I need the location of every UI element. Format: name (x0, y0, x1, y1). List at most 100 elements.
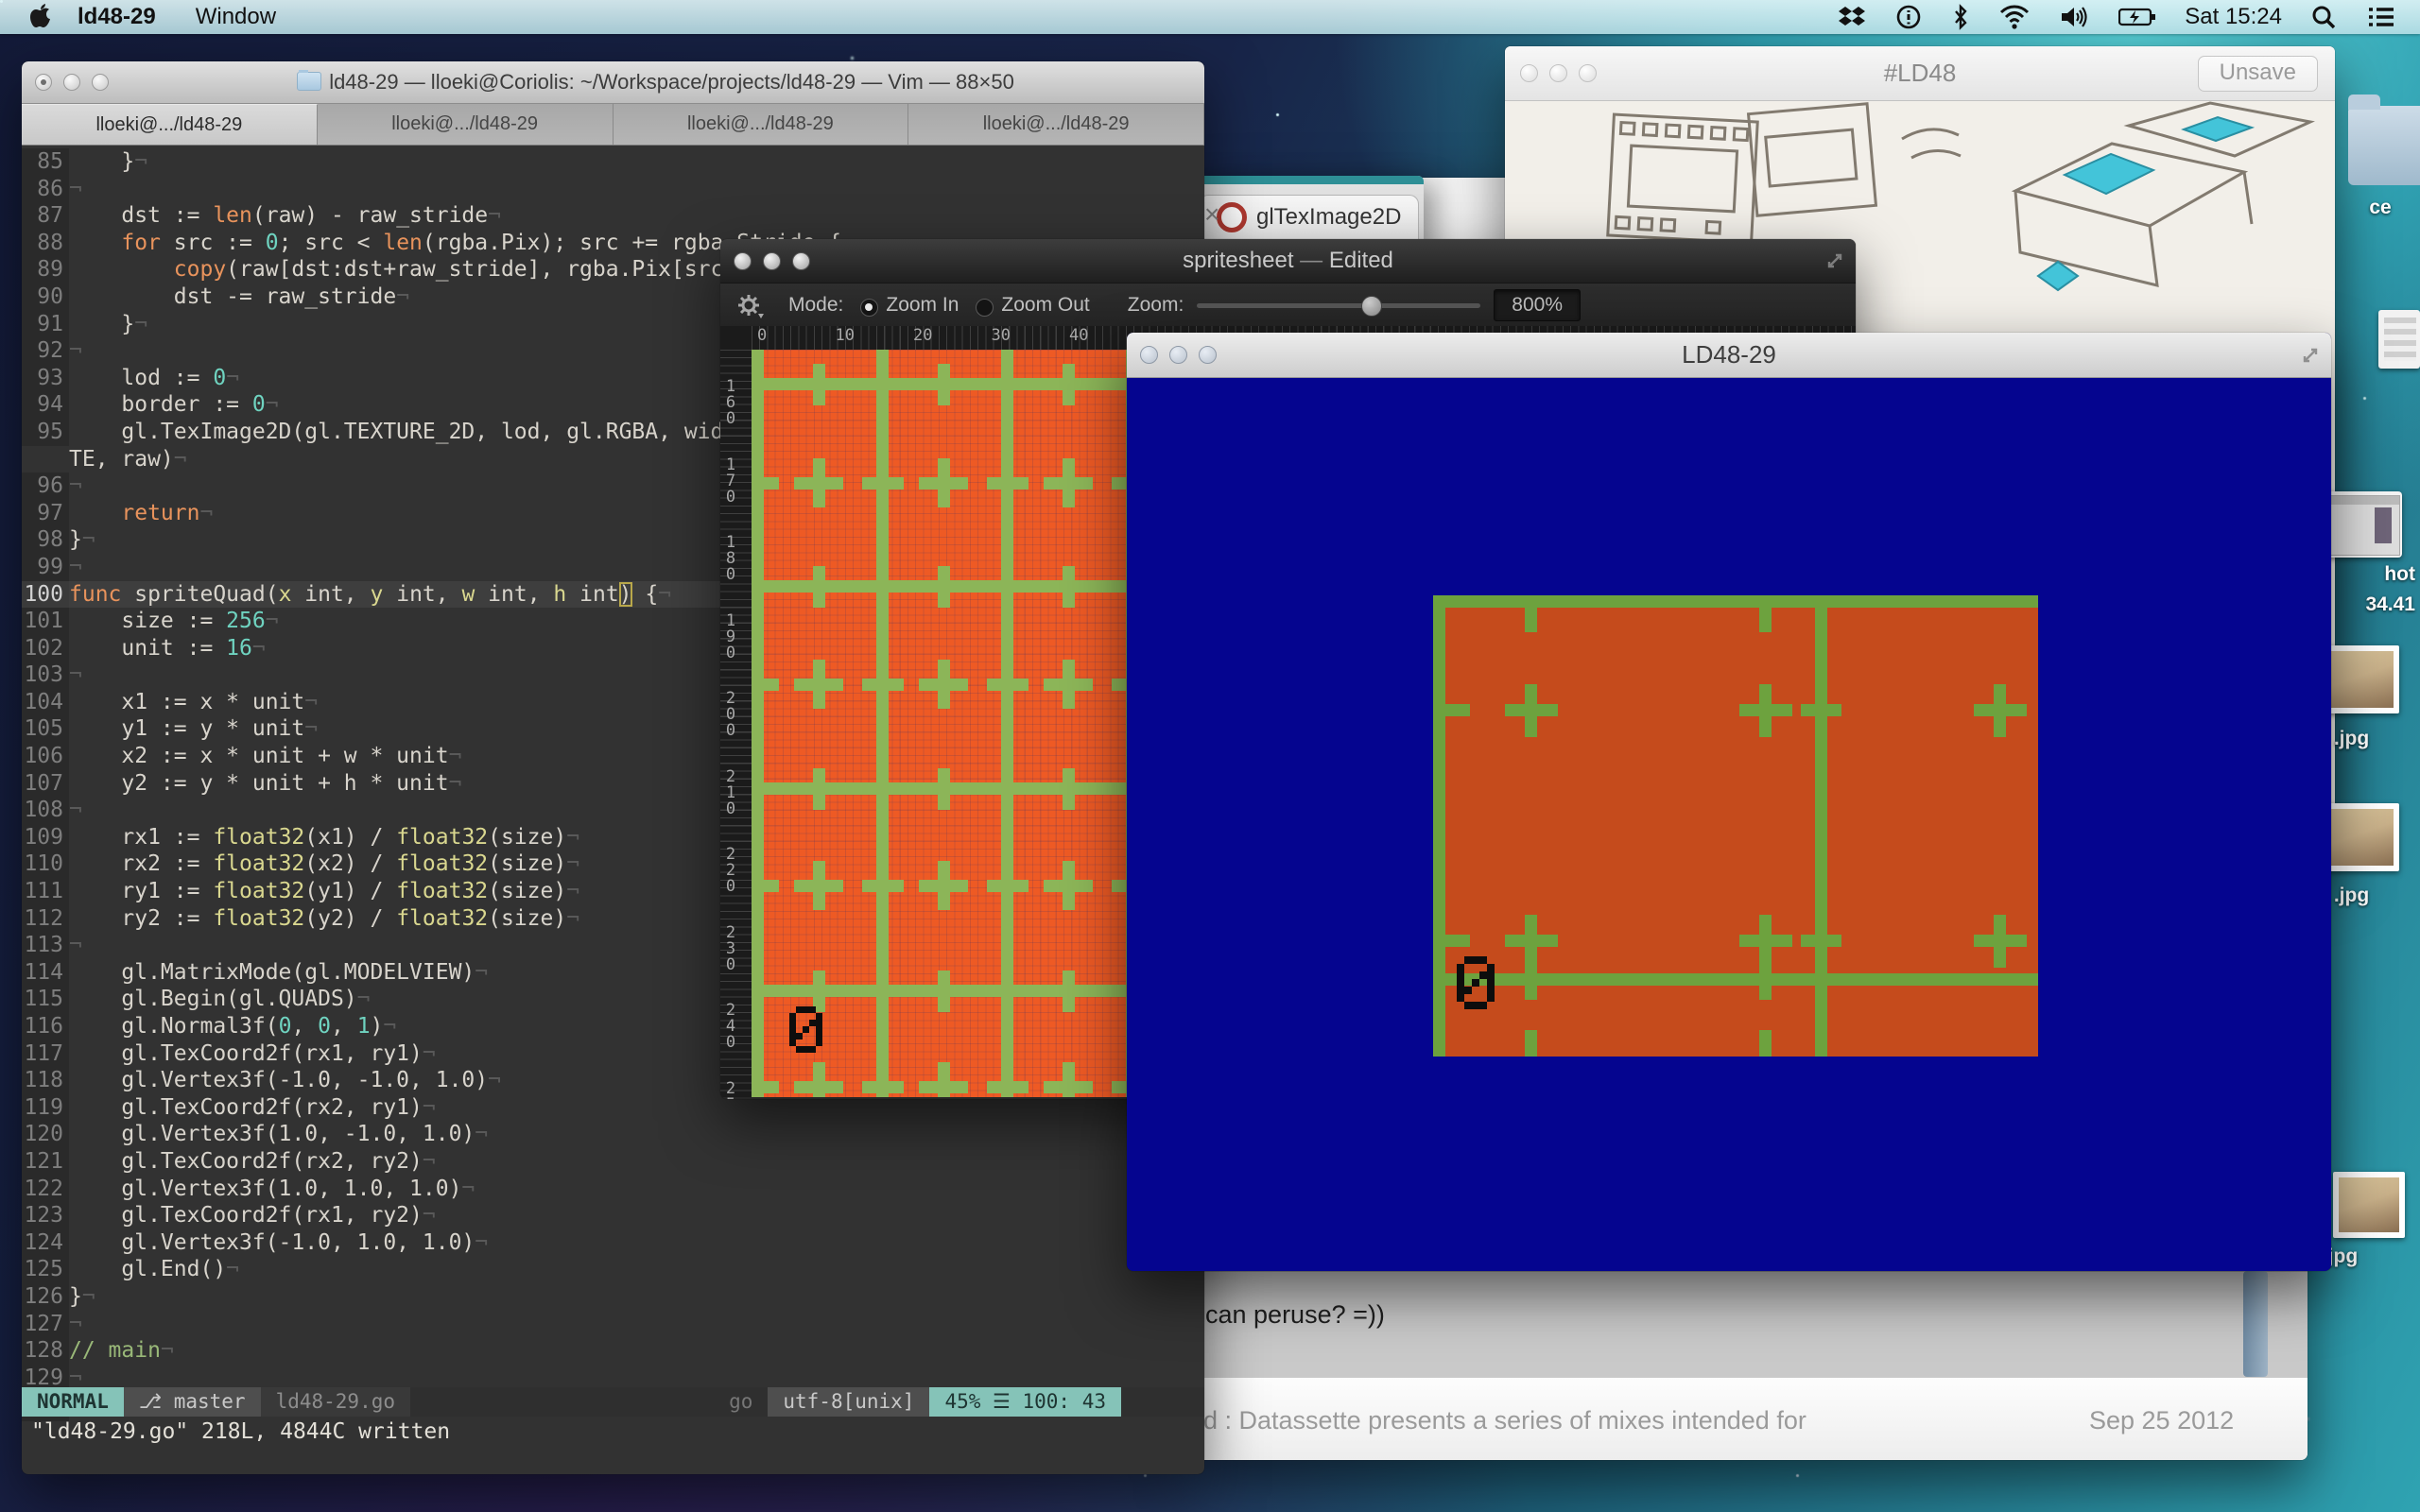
line-number: 106 (22, 743, 69, 770)
terminal-titlebar[interactable]: ld48-29 — lloeki@Coriolis: ~/Workspace/p… (22, 61, 1204, 104)
screenshot-icon[interactable] (2321, 491, 2402, 558)
line-number: 99 (22, 554, 69, 581)
grid-line (789, 1040, 796, 1046)
fullscreen-icon[interactable] (1824, 249, 1846, 272)
apple-icon[interactable] (28, 3, 53, 31)
grid-line (938, 660, 950, 709)
minimize-button[interactable] (63, 74, 80, 91)
photo-icon[interactable] (2333, 1172, 2405, 1238)
code-row: 124 gl.Vertex3f(-1.0, 1.0, 1.0)¬ (22, 1229, 1204, 1257)
line-number: 105 (22, 715, 69, 743)
grid-line (1525, 608, 1537, 632)
vim-message-line: "ld48-29.go" 218L, 4844C written (22, 1419, 1204, 1450)
grid-line (1063, 861, 1075, 910)
line-number: 85 (22, 148, 69, 176)
zoom-out-label[interactable]: Zoom Out (1001, 294, 1089, 317)
ruler-tick-label: 220 (724, 847, 737, 895)
grid-line (1759, 1030, 1772, 1057)
grid-line (1457, 987, 1464, 994)
browser-tab[interactable]: glTexImage2D (1199, 195, 1419, 239)
code-row: 121 gl.TexCoord2f(rx2, ry2)¬ (22, 1148, 1204, 1176)
photo-icon[interactable] (2324, 645, 2399, 713)
bluetooth-icon[interactable] (1952, 4, 1969, 30)
grid-line (862, 679, 904, 691)
line-number: 111 (22, 878, 69, 905)
zoom-slider[interactable] (1197, 303, 1480, 308)
filename-segment: ld48-29.go (261, 1387, 410, 1417)
grid-line (938, 364, 950, 405)
ld48-titlebar[interactable]: #LD48 Unsave (1505, 46, 2335, 101)
folder-icon[interactable] (2348, 94, 2420, 189)
gear-icon[interactable] (735, 291, 764, 319)
chat-scrollbar-thumb[interactable] (2243, 1271, 2268, 1377)
branch-icon: ⎇ (139, 1390, 162, 1413)
document-icon[interactable] (2378, 310, 2420, 369)
fullscreen-icon[interactable] (2299, 344, 2322, 367)
grid-line (789, 1020, 796, 1026)
spritesheet-titlebar[interactable]: spritesheet — Edited (720, 239, 1856, 283)
line-number: 86 (22, 176, 69, 203)
folder-icon-label[interactable]: ce (2352, 197, 2409, 219)
vertical-ruler: 160170180190200210220230240250 (720, 350, 752, 1097)
menu-item-window[interactable]: Window (196, 4, 276, 30)
wifi-icon[interactable] (1999, 5, 2030, 29)
grid-line (1487, 971, 1495, 979)
line-number: 88 (22, 230, 69, 257)
ruler-tick-label: 10 (836, 326, 855, 345)
zoom-value[interactable]: 800% (1494, 289, 1581, 321)
terminal-tab[interactable]: lloeki@.../ld48-29 (318, 104, 614, 145)
grid-line (938, 458, 950, 507)
notification-list-icon[interactable] (2367, 6, 2395, 28)
game-window[interactable]: LD48-29 (1127, 333, 2331, 1271)
line-number: 92 (22, 337, 69, 365)
line-number: 101 (22, 608, 69, 635)
ruler-tick-label: 230 (724, 925, 737, 973)
line-number: 97 (22, 500, 69, 527)
zoom-slider-thumb[interactable] (1361, 296, 1382, 317)
window-title: LD48-29 (1127, 340, 2331, 369)
grid-line (752, 679, 779, 691)
terminal-tab[interactable]: lloeki@.../ld48-29 (22, 104, 318, 145)
line-number: 117 (22, 1040, 69, 1068)
line-number: 114 (22, 959, 69, 987)
menu-clock[interactable]: Sat 15:24 (2185, 4, 2282, 30)
grid-line (1457, 994, 1464, 1002)
grid-line (987, 477, 1028, 490)
unsave-button[interactable]: Unsave (2198, 56, 2318, 92)
zoom-in-radio[interactable] (860, 299, 878, 317)
grid-line (789, 1013, 796, 1020)
line-number: 91 (22, 311, 69, 338)
volume-icon[interactable] (2060, 5, 2088, 29)
grid-line (816, 1026, 822, 1033)
close-button[interactable] (35, 74, 52, 91)
line-number: 119 (22, 1094, 69, 1122)
grid-line (1759, 608, 1772, 632)
grid-line (752, 1081, 779, 1093)
code-row: 87 dst := len(raw) - raw_stride¬ (22, 202, 1204, 230)
line-number: 87 (22, 202, 69, 230)
battery-charging-icon[interactable] (2118, 7, 2156, 27)
game-titlebar[interactable]: LD48-29 (1127, 333, 2331, 378)
spritesheet-toolbar: Mode: Zoom In Zoom Out Zoom: 800% (720, 283, 1856, 328)
spotlight-icon[interactable] (2310, 4, 2337, 30)
code-row: 122 gl.Vertex3f(1.0, 1.0, 1.0)¬ (22, 1176, 1204, 1203)
grid-line (1487, 987, 1495, 994)
tab-close-icon[interactable]: × (1204, 199, 1219, 230)
window-title: spritesheet — Edited (720, 248, 1856, 274)
zoom-in-label[interactable]: Zoom In (886, 294, 959, 317)
chat-footer-text: d : Datassette presents a series of mixe… (1203, 1406, 1806, 1435)
grid-line (987, 880, 1028, 892)
line-number: 94 (22, 391, 69, 419)
grid-line (816, 1020, 822, 1026)
time-machine-alert-icon[interactable] (1895, 4, 1922, 30)
menu-app-name[interactable]: ld48-29 (78, 4, 156, 30)
zoom-button[interactable] (92, 74, 109, 91)
dropbox-icon[interactable] (1839, 5, 1865, 29)
terminal-tab[interactable]: lloeki@.../ld48-29 (908, 104, 1204, 145)
terminal-tab[interactable]: lloeki@.../ld48-29 (614, 104, 909, 145)
photo-icon[interactable] (2324, 803, 2399, 871)
line-number: 90 (22, 284, 69, 311)
grid-line (1063, 768, 1075, 810)
zoom-out-radio[interactable] (976, 299, 994, 317)
grid-line (862, 1081, 904, 1093)
